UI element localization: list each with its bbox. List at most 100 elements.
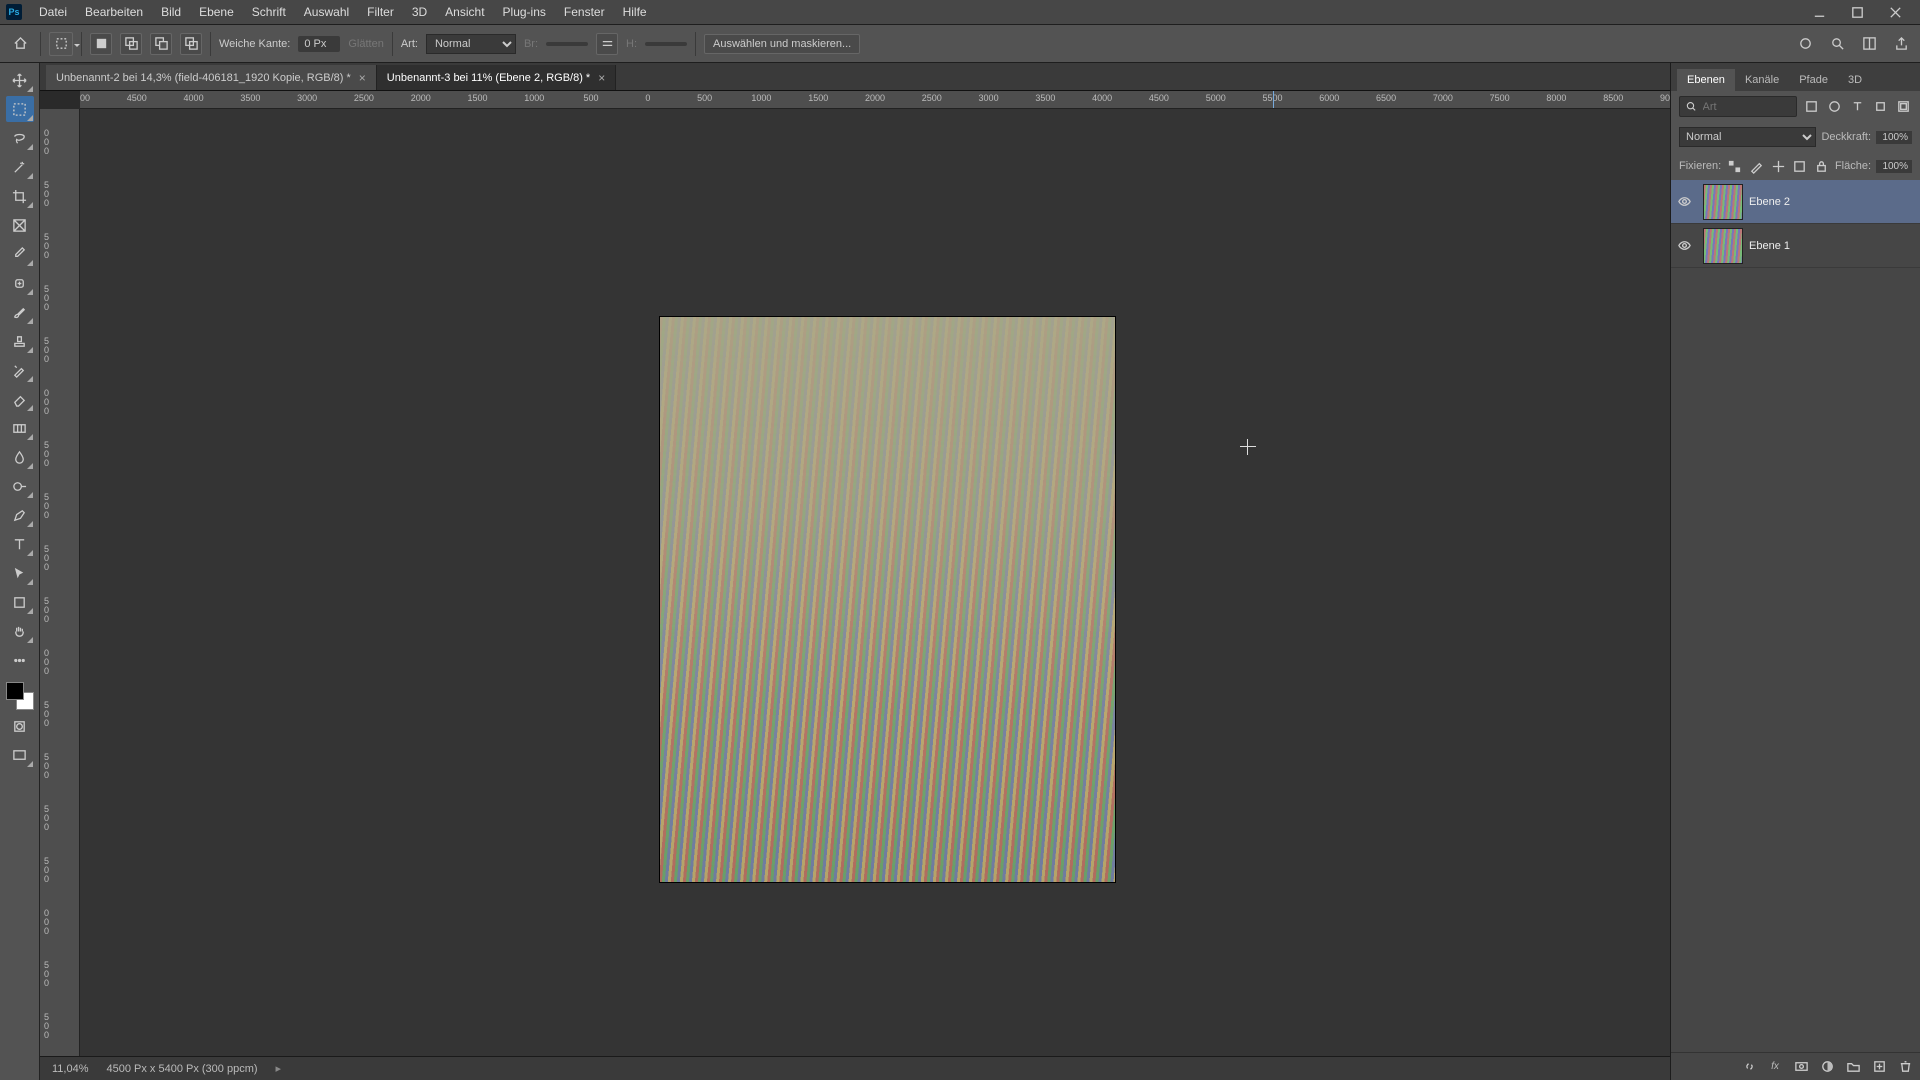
gradient-tool[interactable] [6, 415, 34, 441]
link-layers-icon[interactable] [1740, 1058, 1758, 1076]
tab-paths[interactable]: Pfade [1789, 69, 1838, 91]
lock-artboard-icon[interactable] [1791, 157, 1808, 175]
eraser-tool[interactable] [6, 386, 34, 412]
search-icon[interactable] [1826, 33, 1848, 55]
lock-pixels-icon[interactable] [1748, 157, 1765, 175]
lock-position-icon[interactable] [1770, 157, 1787, 175]
foreground-color[interactable] [6, 682, 24, 700]
app-logo: Ps [6, 4, 22, 20]
tab-3d[interactable]: 3D [1838, 69, 1872, 91]
status-flyout[interactable]: ▸ [276, 1062, 282, 1075]
menu-datei[interactable]: Datei [30, 1, 76, 23]
marquee-tool[interactable] [6, 96, 34, 122]
move-tool[interactable] [6, 67, 34, 93]
pen-tool[interactable] [6, 502, 34, 528]
selection-intersect[interactable] [180, 33, 202, 55]
canvas-viewport[interactable] [80, 109, 1670, 1056]
layer-row[interactable]: Ebene 1 [1671, 224, 1920, 268]
lock-all-icon[interactable] [1813, 157, 1830, 175]
document-tab[interactable]: Unbenannt-2 bei 14,3% (field-406181_1920… [46, 65, 377, 90]
group-icon[interactable] [1844, 1058, 1862, 1076]
document-tab[interactable]: Unbenannt-3 bei 11% (Ebene 2, RGB/8) *× [377, 65, 616, 90]
layer-thumbnail[interactable] [1703, 228, 1743, 264]
lock-transparent-icon[interactable] [1726, 157, 1743, 175]
fill-value[interactable]: 100% [1876, 160, 1912, 173]
eyedropper-tool[interactable] [6, 241, 34, 267]
hand-tool[interactable] [6, 618, 34, 644]
opacity-value[interactable]: 100% [1876, 131, 1912, 144]
menu-plugins[interactable]: Plug-ins [494, 1, 555, 23]
window-maximize[interactable] [1838, 0, 1876, 24]
more-tools[interactable] [6, 647, 34, 673]
frame-tool[interactable] [6, 212, 34, 238]
quickmask-toggle[interactable] [6, 713, 34, 739]
history-brush-tool[interactable] [6, 357, 34, 383]
zoom-level[interactable]: 11,04% [52, 1063, 89, 1075]
shape-tool[interactable] [6, 589, 34, 615]
style-select[interactable]: Normal [426, 34, 516, 54]
menu-filter[interactable]: Filter [358, 1, 403, 23]
menu-ansicht[interactable]: Ansicht [436, 1, 493, 23]
window-minimize[interactable] [1800, 0, 1838, 24]
adjustment-layer-icon[interactable] [1818, 1058, 1836, 1076]
share-icon[interactable] [1890, 33, 1912, 55]
filter-smart-icon[interactable] [1894, 98, 1912, 116]
type-tool[interactable] [6, 531, 34, 557]
tab-layers[interactable]: Ebenen [1677, 69, 1735, 91]
layer-mask-icon[interactable] [1792, 1058, 1810, 1076]
dodge-tool[interactable] [6, 473, 34, 499]
close-icon[interactable]: × [598, 71, 605, 85]
cloud-docs-icon[interactable] [1794, 33, 1816, 55]
layer-name[interactable]: Ebene 2 [1749, 196, 1790, 208]
brush-tool[interactable] [6, 299, 34, 325]
layer-search-input[interactable] [1703, 101, 1791, 113]
menu-3d[interactable]: 3D [403, 1, 436, 23]
fill-label: Fläche: [1835, 160, 1871, 172]
menu-fenster[interactable]: Fenster [555, 1, 614, 23]
crop-tool[interactable] [6, 183, 34, 209]
home-button[interactable] [8, 32, 32, 56]
layer-row[interactable]: Ebene 2 [1671, 180, 1920, 224]
selection-add[interactable] [120, 33, 142, 55]
layer-fx-icon[interactable]: fx [1766, 1058, 1784, 1076]
blur-tool[interactable] [6, 444, 34, 470]
menu-auswahl[interactable]: Auswahl [295, 1, 358, 23]
menu-bild[interactable]: Bild [152, 1, 190, 23]
artboard[interactable] [660, 317, 1115, 882]
magic-wand-tool[interactable] [6, 154, 34, 180]
menu-ebene[interactable]: Ebene [190, 1, 243, 23]
stamp-tool[interactable] [6, 328, 34, 354]
new-layer-icon[interactable] [1870, 1058, 1888, 1076]
healing-tool[interactable] [6, 270, 34, 296]
blend-mode-select[interactable]: Normal [1679, 127, 1816, 147]
menu-hilfe[interactable]: Hilfe [614, 1, 656, 23]
marquee-tool-preset[interactable] [49, 32, 73, 56]
window-close[interactable] [1876, 0, 1914, 24]
feather-value[interactable]: 0 Px [298, 36, 340, 52]
layer-search[interactable] [1679, 96, 1797, 117]
layer-thumbnail[interactable] [1703, 184, 1743, 220]
menu-schrift[interactable]: Schrift [243, 1, 295, 23]
ruler-vertical[interactable]: 0005005005005000005005005005000005005005… [40, 109, 80, 1056]
workspace-icon[interactable] [1858, 33, 1880, 55]
filter-type-icon[interactable] [1848, 98, 1866, 116]
visibility-toggle[interactable] [1671, 238, 1697, 253]
filter-pixel-icon[interactable] [1802, 98, 1820, 116]
color-swatches[interactable] [6, 682, 34, 710]
layer-name[interactable]: Ebene 1 [1749, 240, 1790, 252]
panels: Ebenen Kanäle Pfade 3D Normal Deckkraft:… [1670, 63, 1920, 1080]
filter-shape-icon[interactable] [1871, 98, 1889, 116]
delete-layer-icon[interactable] [1896, 1058, 1914, 1076]
selection-subtract[interactable] [150, 33, 172, 55]
menu-bearbeiten[interactable]: Bearbeiten [76, 1, 152, 23]
visibility-toggle[interactable] [1671, 194, 1697, 209]
close-icon[interactable]: × [359, 71, 366, 85]
ruler-horizontal[interactable]: 5000450040003500300025002000150010005000… [80, 91, 1670, 109]
selection-new[interactable] [90, 33, 112, 55]
path-select-tool[interactable] [6, 560, 34, 586]
select-and-mask-button[interactable]: Auswählen und maskieren... [704, 34, 860, 54]
tab-channels[interactable]: Kanäle [1735, 69, 1789, 91]
lasso-tool[interactable] [6, 125, 34, 151]
filter-adjust-icon[interactable] [1825, 98, 1843, 116]
screenmode-toggle[interactable] [6, 742, 34, 768]
